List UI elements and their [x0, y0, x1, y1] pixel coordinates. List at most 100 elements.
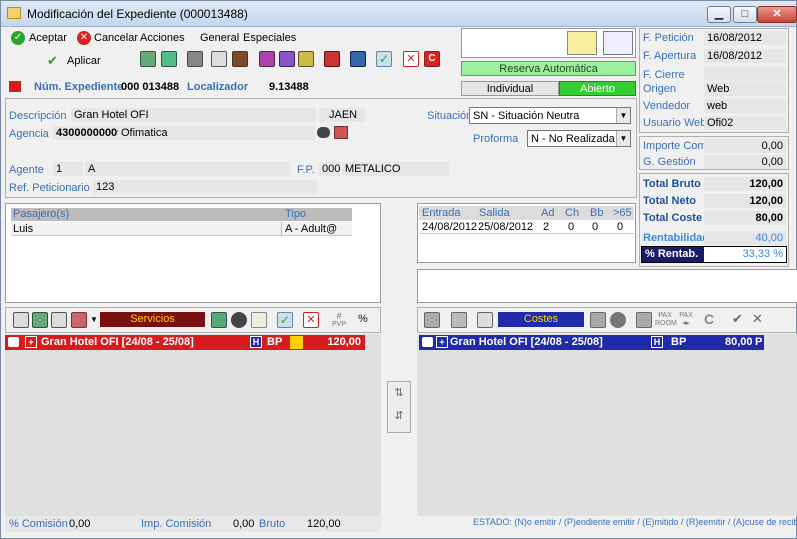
apply-check-icon: ✔: [47, 53, 58, 68]
coste-eye-icon[interactable]: [610, 312, 626, 328]
service-delete-icon[interactable]: ✕: [303, 312, 319, 328]
count-ch: 0: [568, 221, 575, 233]
total-bruto-label: Total Bruto: [643, 178, 701, 190]
chevron-down-icon[interactable]: ▼: [90, 315, 98, 324]
list-item[interactable]: + Gran Hotel OFI [24/08 - 25/08] H BP 80…: [419, 335, 764, 350]
file-icon[interactable]: [298, 51, 314, 67]
agencia-code[interactable]: 43000000009: [53, 126, 123, 140]
f-peticion-label: F. Petición: [643, 32, 694, 44]
coste-check-icon[interactable]: ✔: [732, 311, 743, 327]
general-menu[interactable]: General: [200, 32, 239, 44]
cancel-button[interactable]: Cancelar: [94, 32, 138, 44]
note-icon[interactable]: [567, 31, 597, 55]
fecha-entrada: 24/08/2012: [422, 221, 478, 233]
title-bar: Modificación del Expediente (000013488) …: [1, 1, 797, 27]
move-up-icon[interactable]: ⇅: [391, 386, 407, 404]
agente-code[interactable]: 1: [53, 162, 83, 176]
move-down-icon[interactable]: ⇵: [391, 409, 407, 427]
accept-button[interactable]: Aceptar: [29, 32, 67, 44]
descripcion-field[interactable]: Gran Hotel OFI: [71, 108, 316, 122]
eye-icon[interactable]: [317, 127, 330, 138]
rentabilidad-value: 40,00: [704, 231, 786, 245]
agencia-label: Agencia: [9, 128, 49, 140]
new-service-icon[interactable]: [13, 312, 29, 328]
coste-people-icon[interactable]: [636, 312, 652, 328]
agente-name[interactable]: A: [85, 162, 290, 176]
fp-code[interactable]: 000: [319, 162, 341, 176]
service-check-icon[interactable]: ✓: [277, 312, 293, 328]
eraser-icon[interactable]: [251, 312, 267, 328]
chevron-down-icon[interactable]: ▼: [616, 131, 630, 146]
fechas-col-ch: Ch: [565, 207, 580, 219]
proforma-select[interactable]: N - No Realizada ▼: [527, 130, 631, 147]
persons-red-icon[interactable]: [324, 51, 340, 67]
coste-c-icon[interactable]: C: [704, 311, 714, 327]
apply-button[interactable]: Aplicar: [67, 55, 101, 67]
descripcion-label: Descripción: [9, 110, 67, 122]
hotel-icon: H: [250, 336, 262, 348]
service-eye-icon[interactable]: [231, 312, 247, 328]
localizador-label: Localizador: [187, 81, 249, 93]
print-icon[interactable]: [187, 51, 203, 67]
fp-name[interactable]: METALICO: [342, 162, 449, 176]
edit-icon[interactable]: [259, 51, 275, 67]
pax-button[interactable]: PAX ◂▸: [677, 312, 695, 328]
folder-icon: [7, 7, 21, 19]
close-button[interactable]: ✕: [757, 6, 797, 23]
status-abierto: Abierto: [559, 81, 636, 96]
list-item[interactable]: + Gran Hotel OFI [24/08 - 25/08] H BP 12…: [5, 335, 365, 350]
servicio-name: Gran Hotel OFI [24/08 - 25/08]: [41, 336, 194, 348]
delete-icon[interactable]: ✕: [403, 51, 419, 67]
agencia-name[interactable]: Ofimatica: [118, 126, 315, 140]
pvp-button[interactable]: # PVP: [329, 312, 349, 329]
proforma-label: Proforma: [473, 133, 519, 145]
ref-peticionario-label: Ref. Peticionario: [9, 182, 90, 194]
service-folder-icon[interactable]: [71, 312, 87, 328]
expand-icon[interactable]: +: [436, 336, 448, 348]
minimize-button[interactable]: ▁: [707, 6, 731, 23]
agency-edit-icon[interactable]: [334, 126, 348, 139]
c-icon[interactable]: C: [424, 51, 440, 67]
table-row[interactable]: Luis A - Adult@: [11, 222, 352, 236]
percent-button[interactable]: %: [358, 313, 368, 325]
pvp-label: PVP: [331, 321, 346, 328]
people-icon[interactable]: [140, 51, 156, 67]
document-icon[interactable]: [211, 51, 227, 67]
calendar-icon[interactable]: [603, 31, 633, 55]
service-people-icon[interactable]: [32, 312, 48, 328]
coste-stack-icon[interactable]: [451, 312, 467, 328]
coste-print-icon[interactable]: [424, 312, 440, 328]
chevron-down-icon[interactable]: ▼: [616, 108, 630, 123]
f-peticion-value: 16/08/2012: [704, 31, 786, 45]
coste-close-icon[interactable]: ✕: [752, 311, 763, 327]
euro-icon[interactable]: [350, 51, 366, 67]
special-menu[interactable]: Especiales: [243, 32, 296, 44]
sun-icon: [290, 336, 303, 349]
coste-doc-icon[interactable]: [477, 312, 493, 328]
ref-peticionario-field[interactable]: 123: [93, 180, 317, 194]
expand-icon[interactable]: +: [25, 336, 37, 348]
service-person-icon[interactable]: [211, 312, 227, 328]
coste-person-icon[interactable]: [590, 312, 606, 328]
table-row[interactable]: 24/08/2012 25/08/2012 2 0 0 0: [419, 220, 634, 234]
maximize-button[interactable]: □: [733, 6, 757, 23]
situacion-select[interactable]: SN - Situación Neutra ▼: [469, 107, 631, 124]
bruto-label: Bruto: [259, 518, 286, 530]
people-add-icon[interactable]: [161, 51, 177, 67]
ciudad-field[interactable]: JAEN: [319, 108, 365, 122]
comision-value: 0,00: [69, 518, 91, 530]
pct-rentab-label: % Rentab.: [642, 247, 704, 262]
pax-room-button[interactable]: PAX ROOM: [655, 312, 677, 328]
reserva-automatica[interactable]: Reserva Automática: [461, 61, 636, 76]
edit-fp-icon[interactable]: [279, 51, 295, 67]
service-doc-icon[interactable]: [51, 312, 67, 328]
bruto-value: 120,00: [307, 518, 341, 530]
f-cierre-value: [704, 67, 786, 81]
pct-rentab-value: 33,33 %: [742, 248, 783, 260]
folder-brown-icon[interactable]: [232, 51, 248, 67]
validate-icon[interactable]: ✓: [376, 51, 392, 67]
window-title: Modificación del Expediente (000013488): [27, 7, 248, 21]
total-neto-value: 120,00: [704, 194, 786, 208]
pasajero-name: Luis: [13, 223, 34, 235]
actions-menu[interactable]: Acciones: [140, 32, 185, 44]
